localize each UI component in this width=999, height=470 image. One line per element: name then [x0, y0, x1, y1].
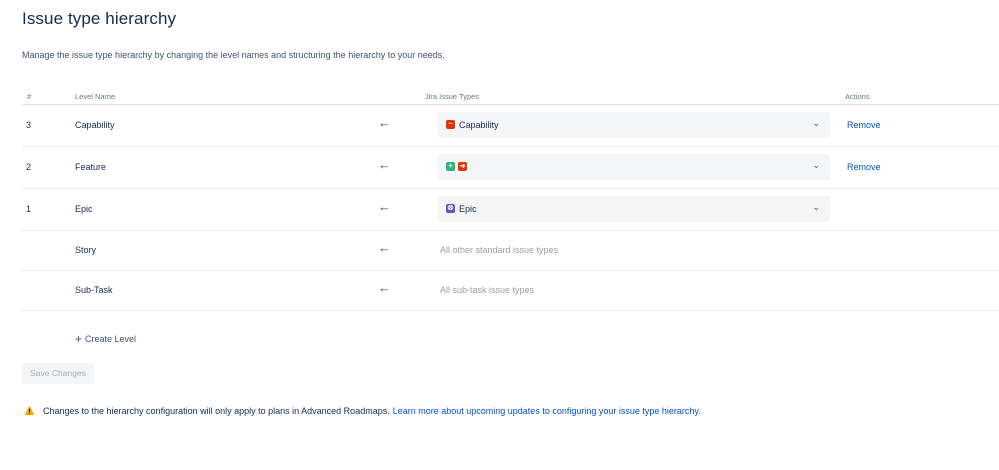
remove-button[interactable]: Remove: [847, 162, 881, 172]
level-name-subtask: Sub-Task: [75, 285, 113, 295]
header-num: #: [27, 92, 32, 101]
chevron-down-icon: ⌄: [812, 202, 820, 212]
subtask-issue-types-text: All sub-task issue types: [440, 285, 535, 295]
arrow-left-icon: ←: [378, 157, 391, 172]
warning-icon: [24, 405, 35, 415]
level-number: 2: [26, 162, 32, 172]
header-issue-types: Jira Issue Types: [425, 92, 480, 101]
plus-icon: +: [75, 332, 83, 346]
arrow-left-icon: ←: [378, 199, 391, 214]
level-name-epic[interactable]: Epic: [75, 204, 93, 214]
table-row: 3 Capability ← ~ Capability ⌄ Remove: [22, 105, 999, 147]
arrow-left-icon: ←: [378, 280, 391, 295]
table-row: 1 Epic ← ⭙ Epic ⌄: [22, 189, 999, 231]
epic-bolt-icon: ⭙: [446, 204, 455, 213]
arrow-square-icon: ➜: [458, 162, 467, 171]
level-name-feature[interactable]: Feature: [75, 162, 106, 172]
table-header: # Level Name Jira Issue Types Actions: [22, 88, 999, 105]
hierarchy-table: # Level Name Jira Issue Types Actions 3 …: [22, 88, 999, 311]
remove-button[interactable]: Remove: [847, 120, 881, 130]
level-name-capability[interactable]: Capability: [75, 120, 115, 130]
table-row: Sub-Task ← All sub-task issue types: [22, 271, 999, 311]
warning-text: Changes to the hierarchy configuration w…: [43, 405, 390, 416]
create-level-label: Create Level: [85, 334, 137, 344]
arrow-left-icon: ←: [378, 240, 391, 255]
selected-issue-type: Epic: [459, 204, 477, 214]
page-title: Issue type hierarchy: [22, 9, 177, 28]
warning-message: Changes to the hierarchy configuration w…: [24, 405, 701, 416]
create-level-button[interactable]: + Create Level: [75, 331, 137, 346]
level-name-story: Story: [75, 245, 97, 255]
issue-type-select-epic[interactable]: ⭙ Epic ⌄: [438, 196, 830, 222]
header-level-name: Level Name: [75, 92, 116, 101]
standard-issue-types-text: All other standard issue types: [440, 245, 559, 255]
learn-more-link[interactable]: Learn more about upcoming updates to con…: [393, 406, 701, 416]
arrow-left-icon: ←: [378, 115, 391, 130]
plus-square-icon: +: [446, 162, 455, 171]
level-number: 1: [26, 204, 32, 214]
table-row: Story ← All other standard issue types: [22, 231, 999, 271]
issue-type-select-feature[interactable]: + ➜ ⌄: [438, 154, 830, 180]
capability-icon: ~: [446, 120, 455, 129]
selected-issue-type: Capability: [459, 120, 499, 130]
table-row: 2 Feature ← + ➜ ⌄ Remove: [22, 147, 999, 189]
header-actions: Actions: [845, 92, 870, 101]
save-changes-button[interactable]: Save Changes: [22, 363, 94, 384]
chevron-down-icon: ⌄: [812, 160, 820, 170]
chevron-down-icon: ⌄: [812, 118, 820, 128]
page-description: Manage the issue type hierarchy by chang…: [22, 50, 445, 60]
level-number: 3: [26, 120, 32, 130]
issue-type-select-capability[interactable]: ~ Capability ⌄: [438, 112, 830, 138]
